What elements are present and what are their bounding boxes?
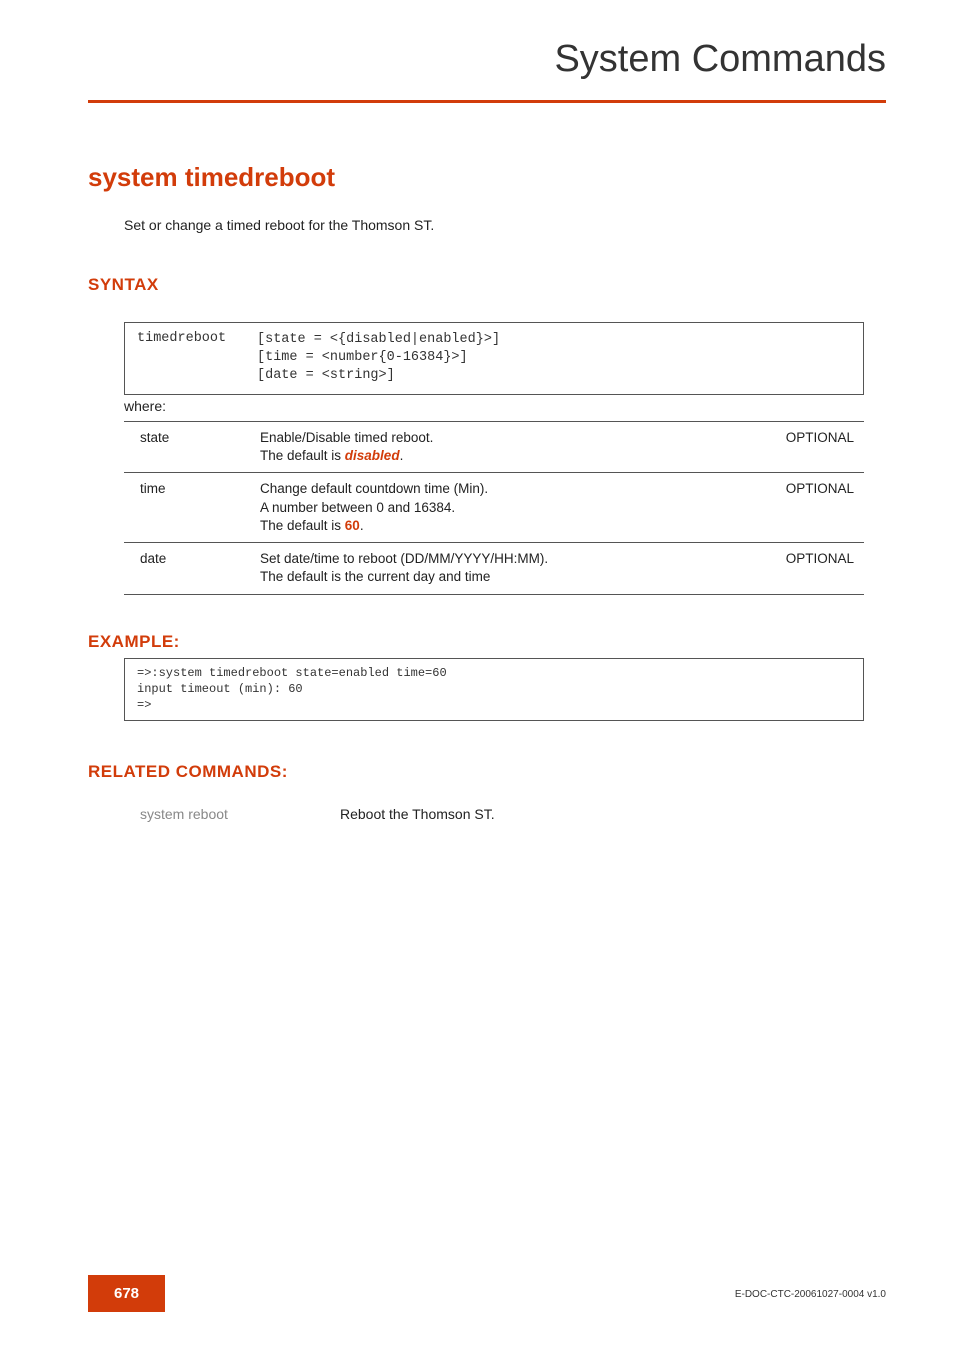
page-number-badge: 678 bbox=[88, 1275, 165, 1312]
related-command-name: system reboot bbox=[140, 806, 340, 822]
param-desc: Change default countdown time (Min). A n… bbox=[244, 473, 754, 543]
param-default-value: 60 bbox=[345, 518, 360, 533]
table-row: time Change default countdown time (Min)… bbox=[124, 473, 864, 543]
param-flag: OPTIONAL bbox=[754, 543, 864, 594]
command-description: Set or change a timed reboot for the Tho… bbox=[124, 217, 434, 233]
param-desc-line: The default is the current day and time bbox=[260, 569, 490, 584]
param-desc-line: Enable/Disable timed reboot. bbox=[260, 430, 433, 445]
section-heading-syntax: SYNTAX bbox=[88, 275, 159, 295]
param-name: state bbox=[124, 422, 244, 473]
param-default-value: disabled bbox=[345, 448, 400, 463]
footer-doc-id: E-DOC-CTC-20061027-0004 v1.0 bbox=[735, 1289, 886, 1300]
param-desc: Set date/time to reboot (DD/MM/YYYY/HH:M… bbox=[244, 543, 754, 594]
related-commands-row: system reboot Reboot the Thomson ST. bbox=[140, 806, 495, 822]
param-default-prefix: The default is bbox=[260, 448, 345, 463]
page-title: System Commands bbox=[554, 38, 886, 81]
syntax-arg-line: [date = <string>] bbox=[257, 368, 395, 383]
section-heading-example: EXAMPLE: bbox=[88, 632, 180, 652]
syntax-arg-line: [time = <number{0-16384}>] bbox=[257, 350, 468, 365]
param-desc-line: Change default countdown time (Min). bbox=[260, 481, 488, 496]
example-block: =>:system timedreboot state=enabled time… bbox=[124, 658, 864, 721]
table-row: date Set date/time to reboot (DD/MM/YYYY… bbox=[124, 543, 864, 594]
param-default-suffix: . bbox=[360, 518, 364, 533]
params-table: state Enable/Disable timed reboot. The d… bbox=[124, 421, 864, 595]
param-default-prefix: The default is bbox=[260, 518, 345, 533]
syntax-args: [state = <{disabled|enabled}>] [time = <… bbox=[257, 331, 500, 386]
syntax-command: timedreboot bbox=[137, 331, 257, 386]
header-divider bbox=[88, 100, 886, 103]
param-flag: OPTIONAL bbox=[754, 473, 864, 543]
example-line: input timeout (min): 60 bbox=[137, 682, 303, 696]
syntax-block: timedreboot [state = <{disabled|enabled}… bbox=[124, 322, 864, 395]
param-desc-line: Set date/time to reboot (DD/MM/YYYY/HH:M… bbox=[260, 551, 548, 566]
related-command-desc: Reboot the Thomson ST. bbox=[340, 806, 495, 822]
section-heading-related: RELATED COMMANDS: bbox=[88, 762, 288, 782]
param-desc: Enable/Disable timed reboot. The default… bbox=[244, 422, 754, 473]
command-title: system timedreboot bbox=[88, 162, 335, 193]
param-default-suffix: . bbox=[400, 448, 404, 463]
example-line: => bbox=[137, 698, 151, 712]
table-row: state Enable/Disable timed reboot. The d… bbox=[124, 422, 864, 473]
param-desc-line: A number between 0 and 16384. bbox=[260, 500, 455, 515]
where-label: where: bbox=[124, 398, 166, 414]
syntax-arg-line: [state = <{disabled|enabled}>] bbox=[257, 332, 500, 347]
param-name: time bbox=[124, 473, 244, 543]
param-flag: OPTIONAL bbox=[754, 422, 864, 473]
page-root: System Commands system timedreboot Set o… bbox=[0, 0, 954, 1350]
param-name: date bbox=[124, 543, 244, 594]
example-line: =>:system timedreboot state=enabled time… bbox=[137, 666, 447, 680]
